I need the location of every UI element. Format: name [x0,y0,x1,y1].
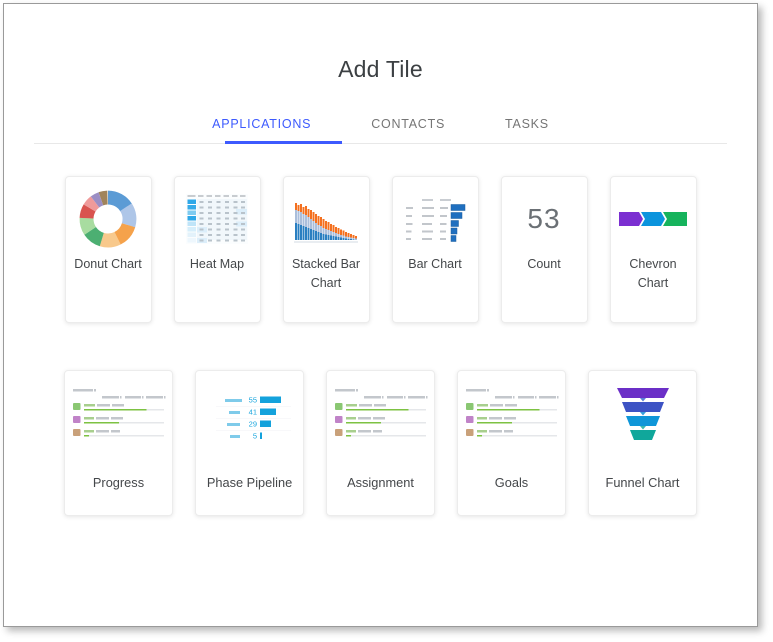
tile-grid-row-2: Progress 55 41 29 5 Phase Pipeline Assig… [4,370,757,516]
phase-pipeline-icon: 55 41 29 5 [201,385,298,447]
goals-thumbnail [458,371,565,457]
tab-tasks[interactable]: TASKS [475,109,579,139]
tile-heat-map[interactable]: Heat Map [173,176,261,323]
progress-icon [70,385,167,447]
bar-chart-thumbnail [393,177,478,255]
chevron-chart-icon [619,212,687,226]
progress-thumbnail [65,371,172,457]
tile-label: Stacked Bar Chart [291,257,361,291]
tab-applications[interactable]: APPLICATIONS [182,109,341,139]
tile-stacked-bar-chart[interactable]: Stacked Bar Chart [282,176,370,323]
heat-map-thumbnail [175,177,260,255]
tile-progress[interactable]: Progress [64,370,173,516]
tab-contacts[interactable]: CONTACTS [341,109,475,139]
svg-text:29: 29 [249,420,257,429]
tile-label: Progress [92,475,145,490]
tile-label: Count [527,257,561,271]
tile-label: Phase Pipeline [206,475,293,490]
tile-label: Funnel Chart [605,475,680,490]
tab-bar: APPLICATIONS CONTACTS TASKS [4,109,757,144]
tile-funnel-chart[interactable]: Funnel Chart [588,370,697,516]
add-tile-dialog: Add Tile APPLICATIONS CONTACTS TASKS Don… [3,3,758,627]
heat-map-icon [186,194,248,244]
stacked-bar-chart-thumbnail [284,177,369,255]
count-value: 53 [527,203,561,234]
tile-label: Goals [494,475,529,490]
tile-label: Heat Map [189,257,245,271]
funnel-chart-icon [616,388,669,440]
tab-underline-track [34,143,727,144]
tile-bar-chart[interactable]: Bar Chart [391,176,479,323]
tile-grid-row-1: Donut Chart Heat Map Stacked Bar Chart B… [4,176,757,323]
tab-active-indicator [225,141,342,144]
tile-label: Bar Chart [408,257,462,271]
tile-donut-chart[interactable]: Donut Chart [64,176,152,323]
tile-count[interactable]: 53 Count [500,176,588,323]
svg-text:5: 5 [253,432,257,441]
phase-pipeline-thumbnail: 55 41 29 5 [196,371,303,457]
tile-label: Assignment [347,475,414,490]
goals-icon [463,385,560,447]
tile-goals[interactable]: Goals [457,370,566,516]
tile-chevron-chart[interactable]: Chevron Chart [609,176,697,323]
page-title: Add Tile [338,56,423,82]
funnel-chart-thumbnail [589,371,696,457]
tile-phase-pipeline[interactable]: 55 41 29 5 Phase Pipeline [195,370,304,516]
svg-text:55: 55 [249,396,257,405]
tile-label: Chevron Chart [629,257,677,291]
bar-chart-icon [403,195,467,243]
tile-label: Donut Chart [74,257,142,271]
chevron-chart-thumbnail [611,177,696,255]
donut-chart-thumbnail [66,177,151,255]
svg-text:41: 41 [249,408,257,417]
stacked-bar-chart-icon [292,193,360,245]
tile-assignment[interactable]: Assignment [326,370,435,516]
assignment-icon [332,385,429,447]
donut-chart-icon [79,190,137,248]
assignment-thumbnail [327,371,434,457]
count-thumbnail: 53 [502,177,587,255]
